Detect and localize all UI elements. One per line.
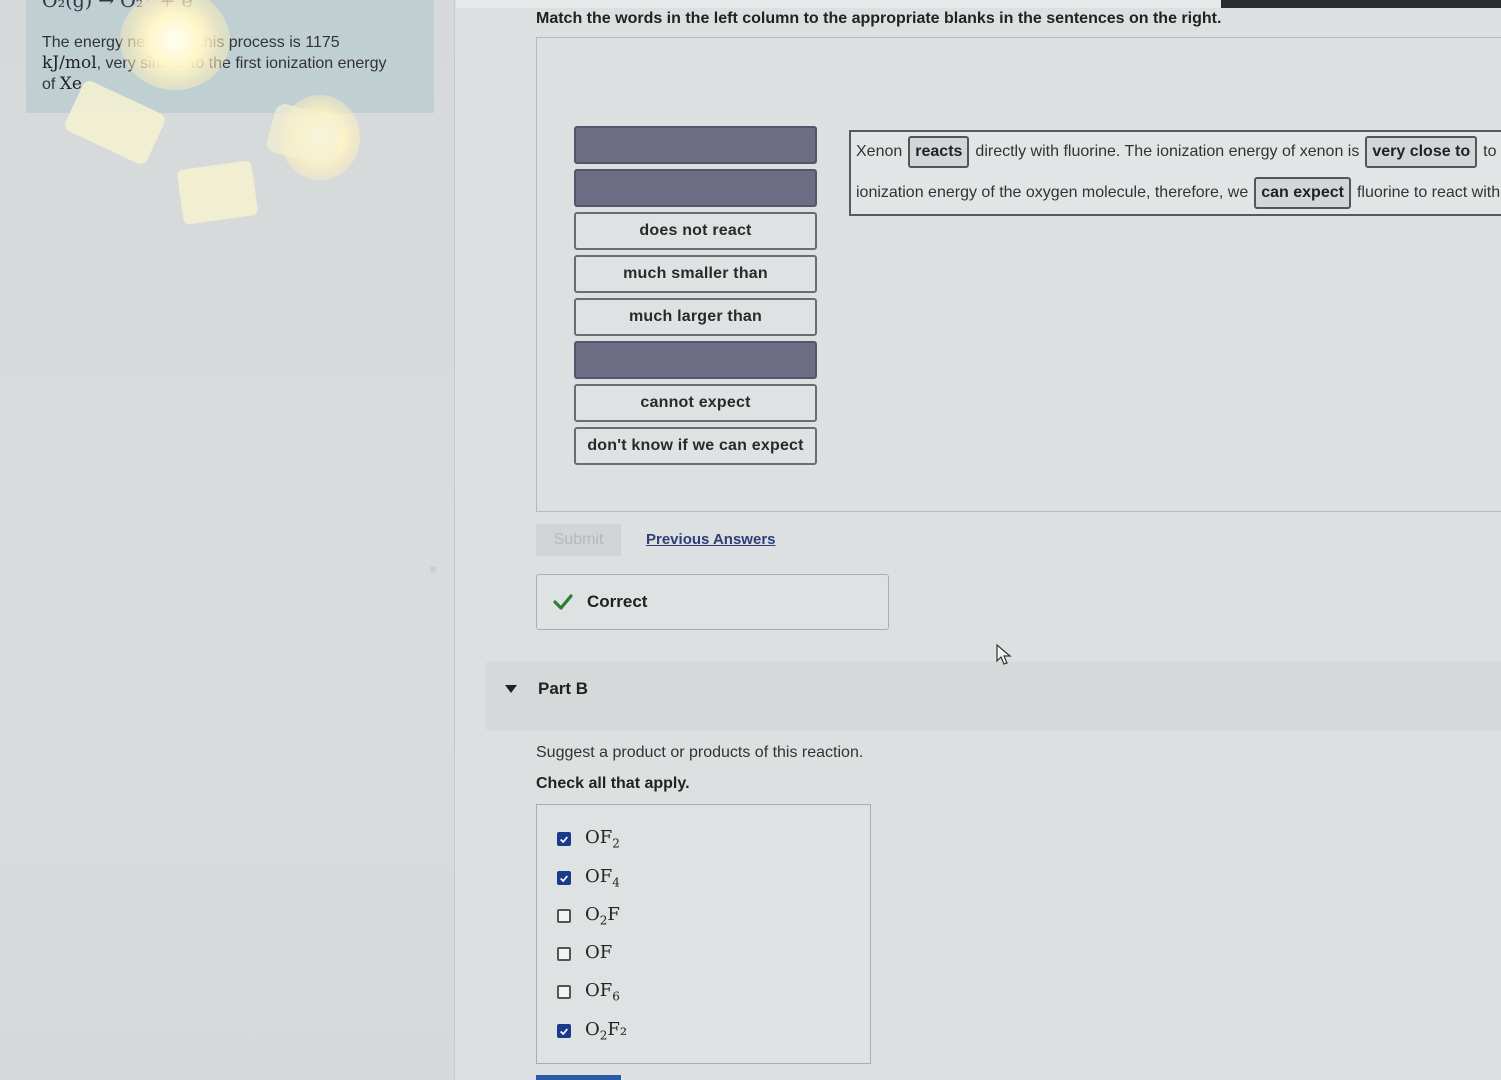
word-bank: does not react much smaller than much larg… — [574, 126, 819, 470]
checkmark-icon — [560, 1027, 568, 1035]
left-context-pane: O₂(g) → O₂⁺ + e⁻ The energy ne or this p… — [0, 0, 455, 1080]
sentence-line-2: ionization energy of the oxygen molecule… — [856, 177, 1500, 209]
word-chip-placed[interactable] — [574, 169, 817, 207]
option-row[interactable]: O2F — [557, 904, 620, 928]
word-chip[interactable]: don't know if we can expect — [574, 427, 817, 465]
option-label: O2F₂ — [585, 1019, 627, 1043]
top-dark-bar — [1221, 0, 1501, 8]
option-row[interactable]: OF — [557, 942, 612, 966]
sentence-box: Xenon reacts directly with fluorine. The… — [849, 130, 1501, 216]
previous-answers-link[interactable]: Previous Answers — [646, 531, 776, 548]
formula-base: OF — [585, 866, 613, 888]
part-b-title: Part B — [538, 679, 589, 698]
option-label: O2F — [585, 904, 620, 928]
blank-slot-2[interactable]: very close to — [1365, 136, 1478, 168]
option-checkbox[interactable] — [557, 985, 571, 999]
mouse-pointer-icon — [996, 644, 1012, 665]
part-b-prompt: Suggest a product or products of this re… — [536, 744, 864, 761]
energy-unit: kJ/mol — [42, 53, 97, 73]
sentence-text: directly with fluorine. The ionization e… — [975, 143, 1360, 160]
formula-subscript: 6 — [612, 989, 620, 1004]
formula-tail: F — [607, 904, 620, 926]
part-b-header[interactable]: Part B — [486, 662, 1501, 730]
feedback-box: Correct — [536, 574, 889, 630]
option-row[interactable]: OF2 — [557, 827, 620, 851]
formula-base: OF — [585, 942, 613, 964]
intro-line3-a: of — [42, 76, 60, 93]
option-row[interactable]: OF4 — [557, 866, 620, 890]
option-label: OF2 — [585, 827, 620, 851]
option-checkbox[interactable] — [557, 832, 571, 846]
matching-area: does not react much smaller than much larg… — [536, 37, 1501, 512]
top-strip — [456, 0, 1501, 8]
formula-base: OF — [585, 827, 613, 849]
sentence-text: fluorine to react with — [1356, 184, 1501, 201]
checkmark-icon — [553, 594, 573, 610]
formula-subscript: 4 — [612, 875, 620, 890]
reflection-shard — [176, 160, 259, 225]
sentence-text: Xenon — [856, 143, 903, 160]
option-checkbox[interactable] — [557, 947, 571, 961]
sentence-text: to — [1483, 143, 1497, 160]
word-chip-placed[interactable] — [574, 341, 817, 379]
screen-speck — [430, 566, 436, 572]
word-chip[interactable]: much larger than — [574, 298, 817, 336]
option-row[interactable]: OF6 — [557, 980, 620, 1004]
check-all-instruction: Check all that apply. — [536, 775, 690, 792]
formula-subscript: 2 — [612, 836, 620, 851]
part-a-instructions: Match the words in the left column to th… — [536, 10, 1222, 27]
options-list: OF2 OF4 O2F OF OF6 O2F₂ — [536, 804, 871, 1064]
option-checkbox[interactable] — [557, 871, 571, 885]
checkmark-icon — [560, 835, 568, 843]
option-label: OF6 — [585, 980, 620, 1004]
triangle-down-icon[interactable] — [504, 684, 518, 694]
word-chip[interactable]: much smaller than — [574, 255, 817, 293]
option-label: OF — [585, 942, 612, 966]
word-chip-placed[interactable] — [574, 126, 817, 164]
blank-slot-3[interactable]: can expect — [1254, 177, 1351, 209]
feedback-label: Correct — [587, 592, 648, 611]
formula-base: O — [585, 904, 600, 926]
option-row[interactable]: O2F₂ — [557, 1019, 627, 1043]
option-label: OF4 — [585, 866, 620, 890]
submit-button[interactable]: Submit — [536, 524, 621, 556]
checkmark-icon — [560, 874, 568, 882]
option-checkbox[interactable] — [557, 1024, 571, 1038]
next-button-edge[interactable] — [536, 1075, 621, 1080]
formula-base: O — [585, 1019, 600, 1041]
option-checkbox[interactable] — [557, 909, 571, 923]
blank-slot-1[interactable]: reacts — [908, 136, 970, 168]
word-chip[interactable]: does not react — [574, 212, 817, 250]
sentence-text: ionization energy of the oxygen molecule… — [856, 184, 1249, 201]
formula-tail: F₂ — [607, 1019, 628, 1041]
formula-base: OF — [585, 980, 613, 1002]
word-chip[interactable]: cannot expect — [574, 384, 817, 422]
sentence-line-1: Xenon reacts directly with fluorine. The… — [856, 136, 1497, 168]
main-question-pane: Match the words in the left column to th… — [456, 0, 1501, 1080]
